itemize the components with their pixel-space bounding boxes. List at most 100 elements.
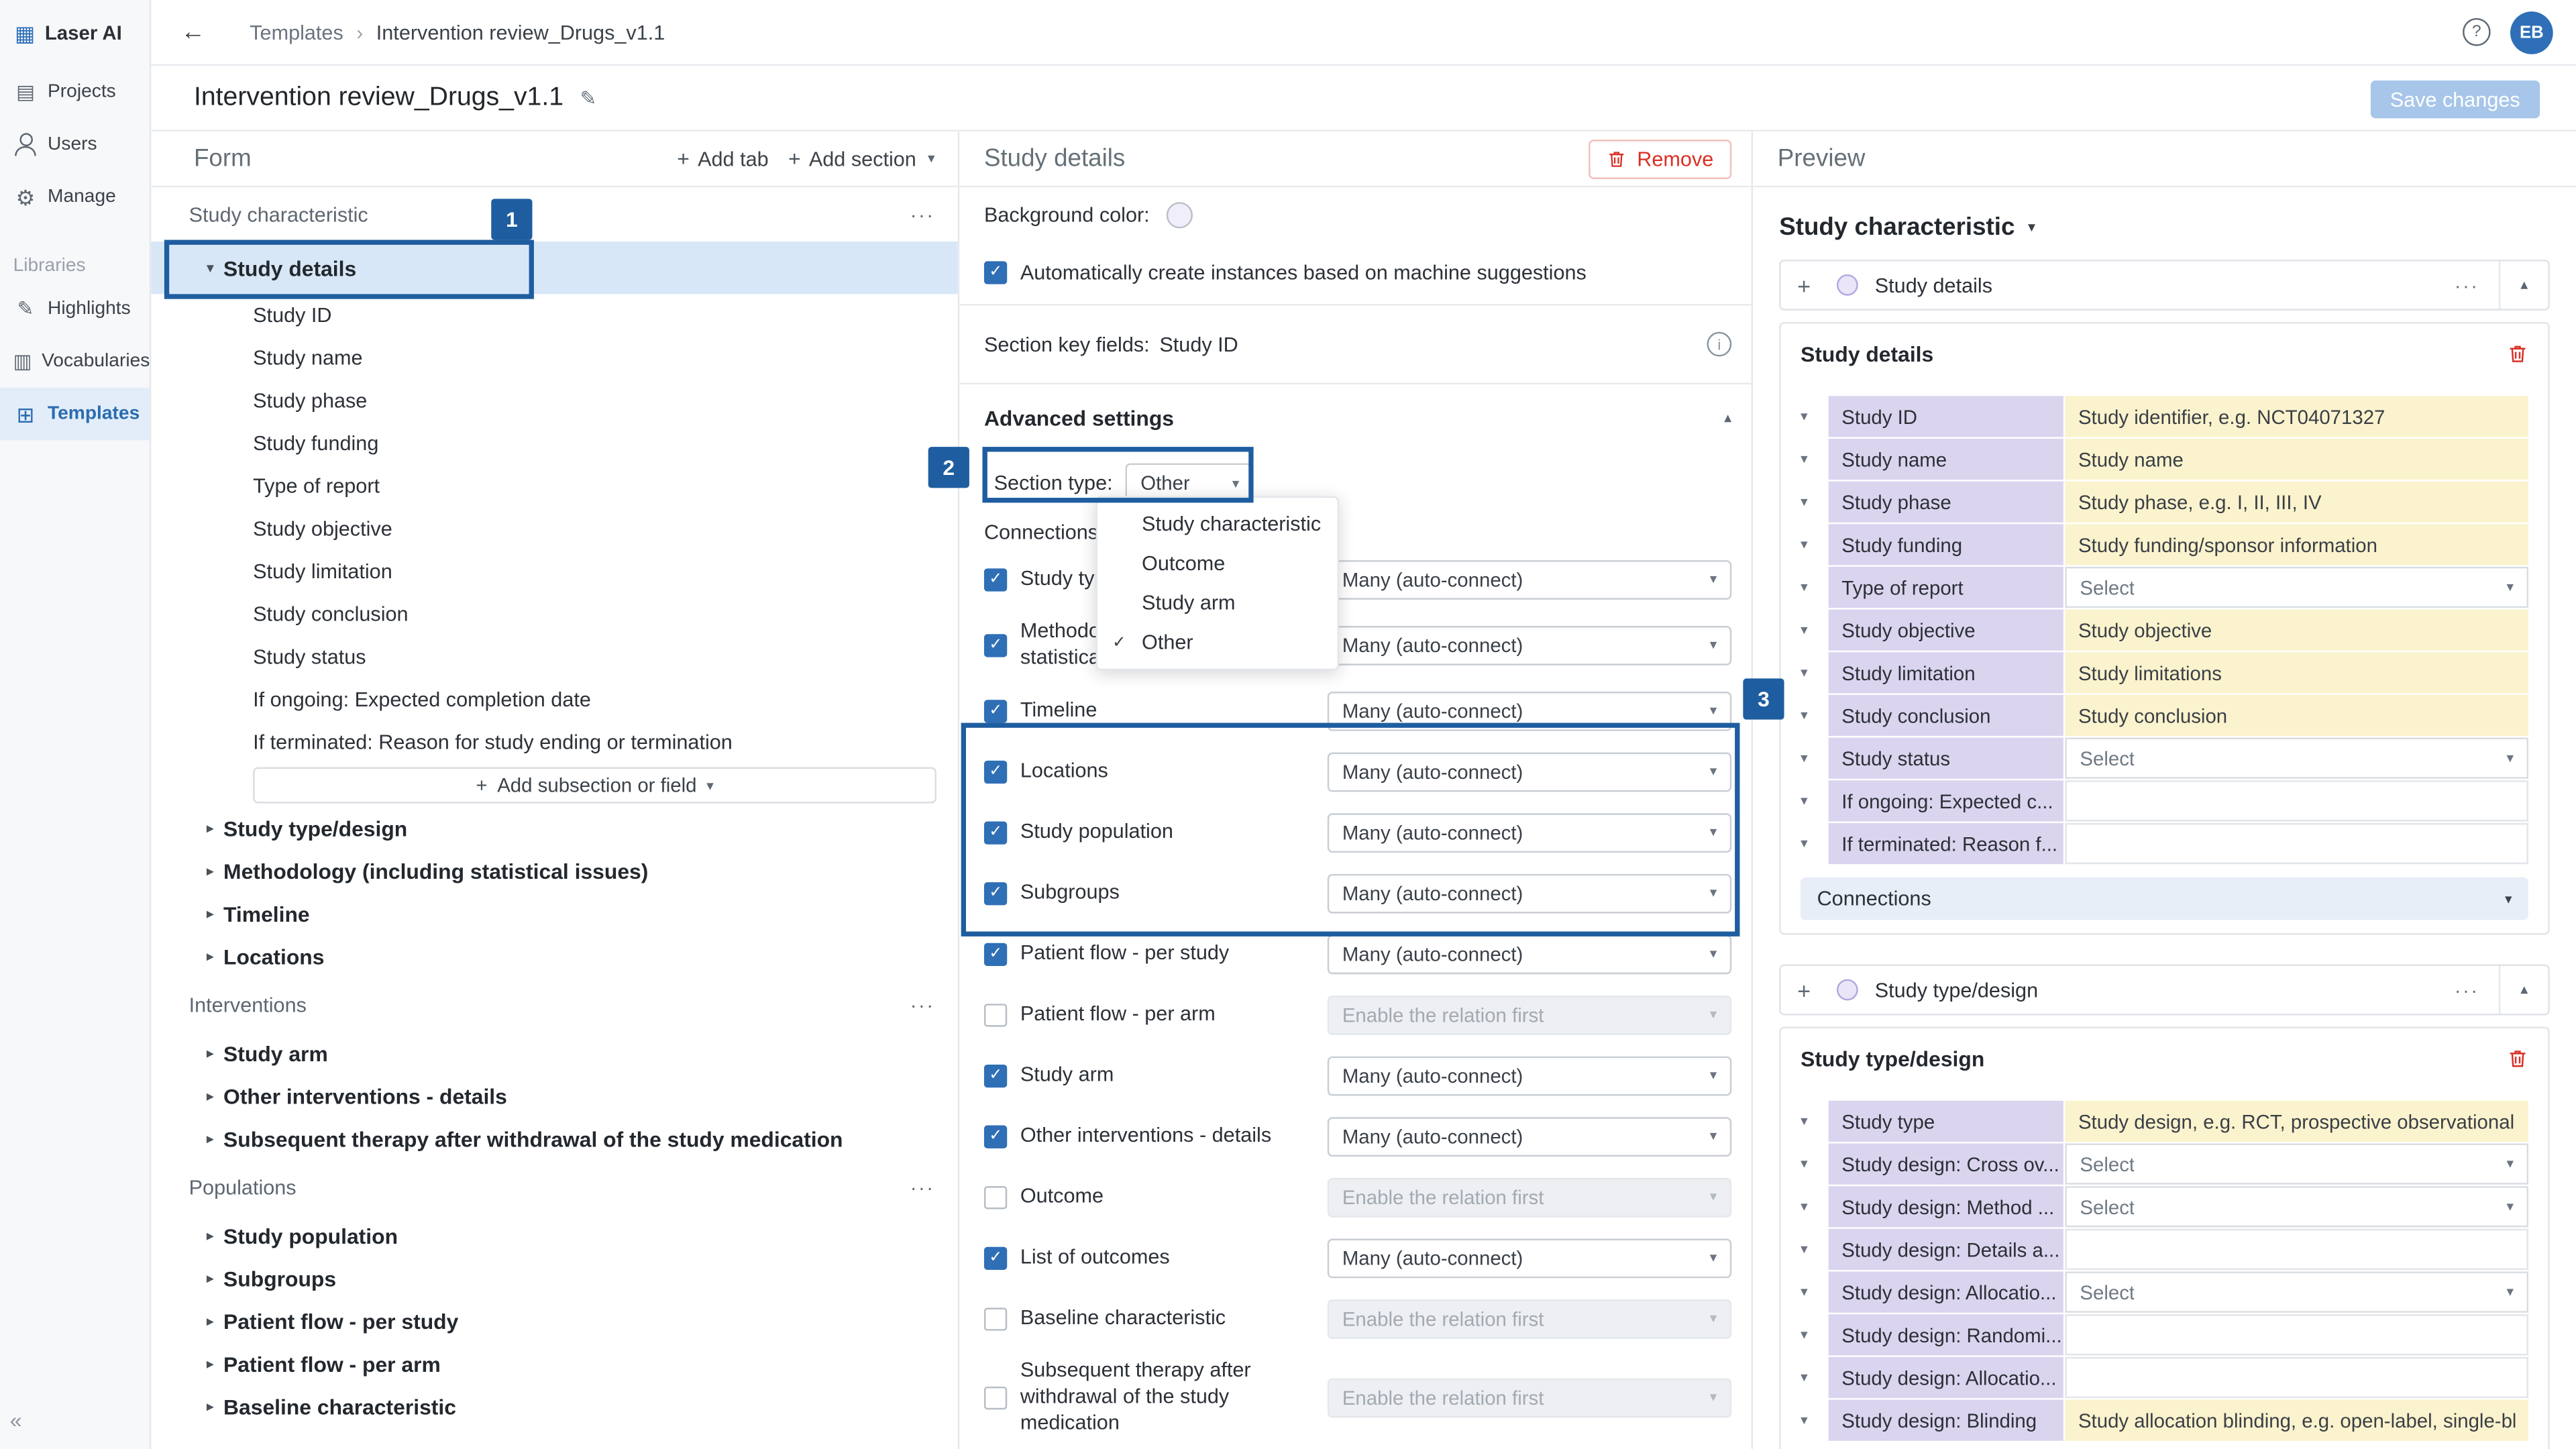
connection-select[interactable]: Enable the relation first ▾ <box>1327 1177 1732 1218</box>
sidebar-item[interactable]: Manage <box>0 171 150 223</box>
form-tree-row[interactable]: Study limitation <box>151 550 957 593</box>
form-tree-row[interactable]: Interventions ··· <box>151 977 957 1032</box>
save-changes-button[interactable]: Save changes <box>2370 80 2540 119</box>
chevron-down-icon[interactable]: ▾ <box>1801 1186 1829 1227</box>
connection-checkbox[interactable]: ✓ <box>983 633 1008 657</box>
connection-checkbox[interactable]: ✓ <box>983 699 1008 722</box>
field-value[interactable]: Study objective <box>2065 609 2528 651</box>
field-value[interactable]: Select ▾ <box>2065 566 2528 608</box>
menu-item[interactable]: Study arm <box>1097 583 1338 623</box>
chevron-down-icon[interactable]: ▾ <box>1801 524 1829 565</box>
help-icon[interactable]: ? <box>2463 17 2491 46</box>
form-tree-row[interactable]: Study ID <box>151 294 957 337</box>
connection-select[interactable]: Many (auto-connect) ▾ <box>1327 812 1732 853</box>
chevron-down-icon[interactable]: ▾ <box>1801 1314 1829 1355</box>
menu-item[interactable]: ✓ Other <box>1097 623 1338 662</box>
more-menu-icon[interactable]: ··· <box>910 203 935 225</box>
connection-select[interactable]: Many (auto-connect) ▾ <box>1327 1116 1732 1157</box>
form-tree-row[interactable]: Study funding <box>151 422 957 465</box>
preview-section-selector[interactable]: Study characteristic ▾ <box>1779 204 2550 250</box>
connection-checkbox[interactable]: ✓ <box>983 568 1008 591</box>
trash-icon[interactable] <box>2507 343 2528 364</box>
collapse-toggle[interactable]: ▴ <box>2498 261 2548 309</box>
connection-checkbox[interactable] <box>983 1307 1008 1331</box>
chevron-down-icon[interactable]: ▾ <box>1801 652 1829 693</box>
collapse-toggle[interactable]: ▴ <box>2498 966 2548 1014</box>
chevron-down-icon[interactable]: ▾ <box>1801 1400 1829 1441</box>
add-section-button[interactable]: + Add section ▾ <box>778 140 945 177</box>
back-button[interactable]: ← <box>180 18 213 46</box>
field-value[interactable] <box>2065 780 2528 822</box>
field-value[interactable]: Study name <box>2065 438 2528 480</box>
chevron-down-icon[interactable]: ▾ <box>1801 1357 1829 1398</box>
form-tree-row[interactable]: ▸ Subgroups <box>151 1256 957 1299</box>
form-tree-row[interactable]: Study phase <box>151 380 957 423</box>
connection-checkbox[interactable]: ✓ <box>983 881 1008 905</box>
sidebar-item[interactable]: Vocabularies <box>0 335 150 388</box>
form-tree-row[interactable]: + Add subsection or field ▾ <box>151 764 957 807</box>
connection-select[interactable]: Many (auto-connect) ▾ <box>1327 873 1732 914</box>
form-tree-row[interactable]: Study name <box>151 337 957 380</box>
connection-checkbox[interactable]: ✓ <box>983 760 1008 784</box>
chevron-down-icon[interactable]: ▾ <box>1801 1229 1829 1270</box>
form-tree-row[interactable]: ▸ Patient flow - per study <box>151 1299 957 1342</box>
form-tree-row[interactable]: ▸ Timeline <box>151 892 957 935</box>
chevron-down-icon[interactable]: ▾ <box>1801 823 1829 864</box>
connections-bar[interactable]: Connections ▾ <box>1801 877 2528 920</box>
connection-checkbox[interactable] <box>983 1386 1008 1409</box>
remove-section-button[interactable]: Remove <box>1589 138 1732 178</box>
form-tree-row[interactable]: Study objective <box>151 508 957 551</box>
form-tree-row[interactable]: ▸ Study population <box>151 1214 957 1257</box>
connection-checkbox[interactable]: ✓ <box>983 820 1008 845</box>
field-value[interactable]: Select ▾ <box>2065 1271 2528 1313</box>
chevron-down-icon[interactable]: ▾ <box>1801 695 1829 736</box>
sidebar-item[interactable]: Highlights <box>0 282 150 335</box>
connection-select[interactable]: Enable the relation first ▾ <box>1327 995 1732 1035</box>
add-subsection-button[interactable]: + Add subsection or field ▾ <box>253 767 936 804</box>
sidebar-item[interactable]: Projects <box>0 66 150 118</box>
connection-select[interactable]: Enable the relation first ▾ <box>1327 1299 1732 1339</box>
field-value[interactable]: Study conclusion <box>2065 694 2528 737</box>
trash-icon[interactable] <box>2507 1047 2528 1069</box>
more-menu-icon[interactable]: ··· <box>2434 274 2499 297</box>
chevron-down-icon[interactable]: ▾ <box>1801 396 1829 437</box>
field-value[interactable]: Study design, e.g. RCT, prospective obse… <box>2065 1100 2528 1142</box>
field-value[interactable]: Select ▾ <box>2065 737 2528 779</box>
form-tree-row[interactable]: ▸ Other interventions - details <box>151 1075 957 1118</box>
chevron-down-icon[interactable]: ▾ <box>1801 439 1829 480</box>
chevron-down-icon[interactable]: ▾ <box>1801 567 1829 608</box>
connection-select[interactable]: Many (auto-connect) ▾ <box>1327 691 1732 731</box>
form-tree-row[interactable]: ▸ Locations <box>151 934 957 977</box>
field-value[interactable] <box>2065 1314 2528 1356</box>
form-tree-row[interactable]: ▸ Subsequent therapy after withdrawal of… <box>151 1117 957 1160</box>
field-value[interactable]: Select ▾ <box>2065 1186 2528 1228</box>
menu-item[interactable]: Outcome <box>1097 544 1338 584</box>
form-tree-row[interactable]: ▾ Study details <box>151 241 958 294</box>
add-tab-button[interactable]: + Add tab <box>667 140 779 177</box>
menu-item[interactable]: Study characteristic <box>1097 504 1338 544</box>
plus-icon[interactable]: + <box>1797 272 1811 298</box>
chevron-down-icon[interactable]: ▾ <box>1801 780 1829 821</box>
field-value[interactable] <box>2065 1228 2528 1271</box>
field-value[interactable]: Study identifier, e.g. NCT04071327 <box>2065 396 2528 437</box>
background-color-swatch[interactable] <box>1166 201 1193 228</box>
chevron-down-icon[interactable]: ▾ <box>1801 610 1829 651</box>
chevron-down-icon[interactable]: ▾ <box>1801 738 1829 779</box>
field-value[interactable]: Study limitations <box>2065 652 2528 694</box>
form-tree-row[interactable]: ▸ Study type/design <box>151 806 957 849</box>
breadcrumb-templates[interactable]: Templates <box>250 21 343 44</box>
auto-create-checkbox[interactable]: ✓ <box>983 261 1008 284</box>
field-value[interactable] <box>2065 822 2528 865</box>
field-value[interactable]: Study phase, e.g. I, II, III, IV <box>2065 481 2528 523</box>
form-tree-row[interactable]: Study conclusion <box>151 593 957 636</box>
form-tree-row[interactable]: ▸ Methodology (including statistical iss… <box>151 849 957 892</box>
connection-checkbox[interactable]: ✓ <box>983 1246 1008 1270</box>
form-tree-row[interactable]: ▸ Baseline characteristic <box>151 1385 957 1428</box>
sidebar-item[interactable]: Templates <box>0 387 150 441</box>
connection-checkbox[interactable]: ✓ <box>983 943 1008 966</box>
field-value[interactable] <box>2065 1356 2528 1399</box>
connection-checkbox[interactable] <box>983 1185 1008 1209</box>
advanced-settings-header[interactable]: Advanced settings ▴ <box>959 384 1751 451</box>
form-tree-row[interactable]: Type of report <box>151 465 957 508</box>
connection-select[interactable]: Many (auto-connect) ▾ <box>1327 752 1732 792</box>
